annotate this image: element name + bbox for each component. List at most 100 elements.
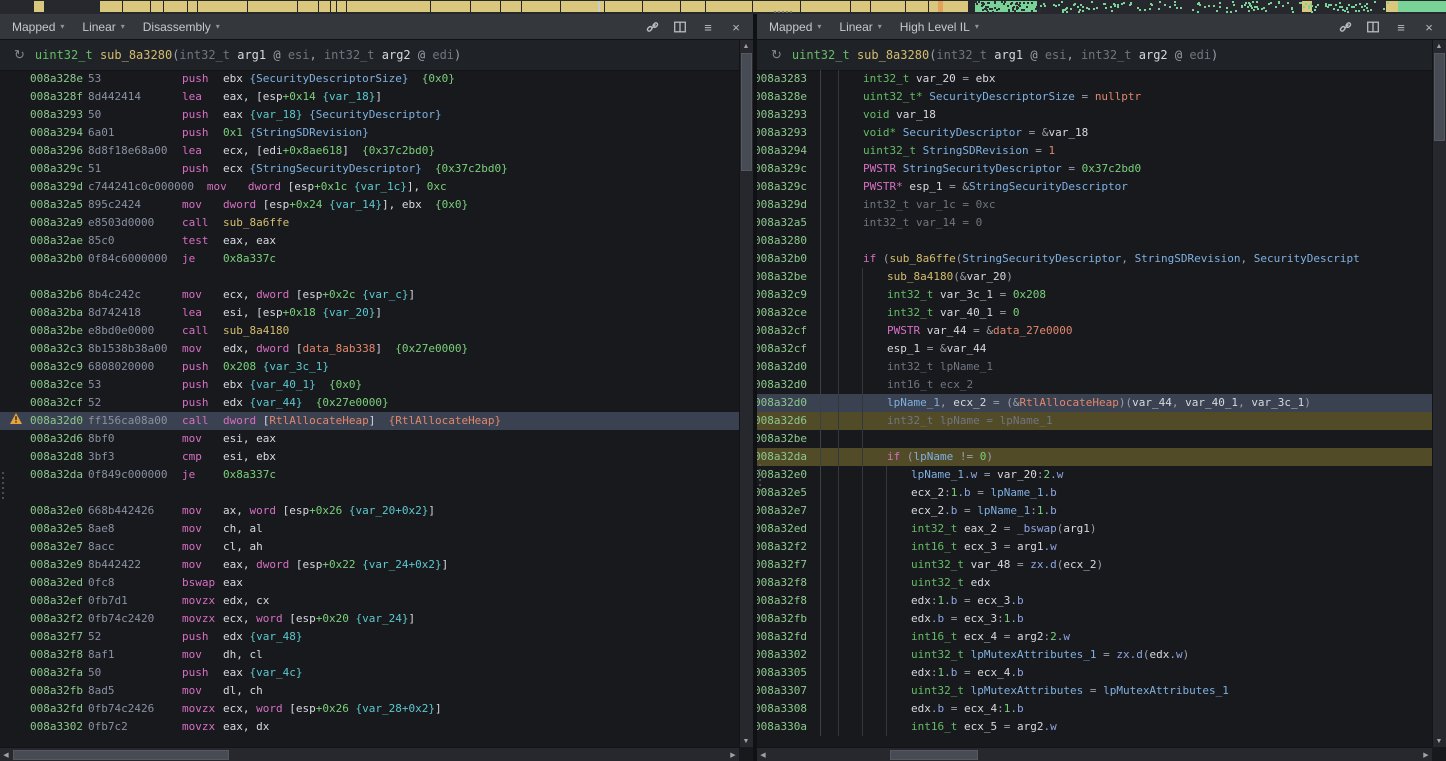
hlil-row[interactable]: 008a3308edx.b = ecx_4:1.b <box>757 700 1432 718</box>
hlil-row[interactable]: 008a3293void var_18 <box>757 106 1432 124</box>
hlil-row[interactable]: 008a328euint32_t* SecurityDescriptorSize… <box>757 88 1432 106</box>
hlil-row[interactable]: 008a3305edx:1.b = ecx_4.b <box>757 664 1432 682</box>
hlil-row[interactable]: 008a32e7ecx_2.b = lpName_1:1.b <box>757 502 1432 520</box>
hlil-row[interactable]: 008a32f8uint32_t edx <box>757 574 1432 592</box>
pane-resize-handle[interactable] <box>758 464 762 491</box>
asm-row[interactable]: 008a328e53pushebx {SecurityDescriptorSiz… <box>0 70 739 88</box>
asm-row[interactable]: 008a33020fb7c2movzxeax, dx <box>0 718 739 736</box>
menu-icon[interactable]: ≡ <box>1394 20 1408 34</box>
hlil-row[interactable]: 008a329cPWSTR* esp_1 = &StringSecurityDe… <box>757 178 1432 196</box>
asm-row[interactable]: 008a32a9e8503d0000callsub_8a6ffe <box>0 214 739 232</box>
hlil-row[interactable]: 008a32fdint16_t ecx_4 = arg2:2.w <box>757 628 1432 646</box>
scroll-left-button[interactable]: ◀ <box>0 749 12 761</box>
asm-row[interactable]: 008a32f20fb74c2420movzxecx, word [esp+0x… <box>0 610 739 628</box>
split-pane-icon[interactable] <box>1366 20 1380 34</box>
hlil-row[interactable]: 008a32be <box>757 430 1432 448</box>
representation-dropdown[interactable]: High Level IL▾ <box>900 20 979 34</box>
hlil-row[interactable]: 008a32b0if (sub_8a6ffe(StringSecurityDes… <box>757 250 1432 268</box>
layout-mode-dropdown[interactable]: Linear▾ <box>839 20 881 34</box>
asm-row[interactable]: 008a32e98b442422moveax, dword [esp+0x22 … <box>0 556 739 574</box>
hlil-row[interactable]: 008a329dint32_t var_1c = 0xc <box>757 196 1432 214</box>
asm-row[interactable] <box>0 268 739 286</box>
hlil-row[interactable]: 008a32f2int16_t ecx_3 = arg1.w <box>757 538 1432 556</box>
hlil-row[interactable]: 008a3307uint32_t lpMutexAttributes = lpM… <box>757 682 1432 700</box>
hlil-row[interactable]: 008a32edint32_t eax_2 = _bswap(arg1) <box>757 520 1432 538</box>
scroll-down-button[interactable]: ▼ <box>740 735 752 747</box>
asm-row[interactable]: 008a32e58ae8movch, al <box>0 520 739 538</box>
hlil-row[interactable]: 008a32daif (lpName != 0) <box>757 448 1432 466</box>
scrollbar-thumb[interactable] <box>741 53 752 171</box>
asm-row[interactable]: 008a32ae85c0testeax, eax <box>0 232 739 250</box>
hlil-row[interactable]: 008a32a5int32_t var_14 = 0 <box>757 214 1432 232</box>
hlil-row[interactable]: 008a32d0int16_t ecx_2 <box>757 376 1432 394</box>
hlil-row[interactable]: 008a32f8edx:1.b = ecx_3.b <box>757 592 1432 610</box>
asm-row[interactable]: 008a32d83bf3cmpesi, ebx <box>0 448 739 466</box>
asm-row[interactable]: 008a32cf52pushedx {var_44} {0x27e0000} <box>0 394 739 412</box>
hlil-row[interactable]: 008a3293void* SecurityDescriptor = &var_… <box>757 124 1432 142</box>
hlil-row[interactable]: 008a3294uint32_t StringSDRevision = 1 <box>757 142 1432 160</box>
sync-link-icon[interactable] <box>645 20 659 34</box>
hlil-row[interactable]: 008a32ceint32_t var_40_1 = 0 <box>757 304 1432 322</box>
hlil-row[interactable]: 008a32cfPWSTR var_44 = &data_27e0000 <box>757 322 1432 340</box>
asm-row[interactable]: 008a32ef0fb7d1movzxedx, cx <box>0 592 739 610</box>
representation-dropdown[interactable]: Disassembly▾ <box>143 20 220 34</box>
scroll-up-button[interactable]: ▲ <box>740 40 752 52</box>
function-signature[interactable]: uint32_t sub_8a3280(int32_t arg1 @ esi, … <box>792 48 1218 62</box>
feature-map[interactable] <box>0 0 1446 14</box>
hlil-row[interactable]: 008a32c9int32_t var_3c_1 = 0x208 <box>757 286 1432 304</box>
asm-row[interactable]: 008a32a5895c2424movdword [esp+0x24 {var_… <box>0 196 739 214</box>
view-mode-dropdown[interactable]: Mapped▾ <box>12 20 64 34</box>
asm-row[interactable]: 008a32bee8bd0e0000callsub_8a4180 <box>0 322 739 340</box>
scroll-right-button[interactable]: ▶ <box>1420 749 1432 761</box>
menu-icon[interactable]: ≡ <box>701 20 715 34</box>
asm-row[interactable]: 008a32f88af1movdh, cl <box>0 646 739 664</box>
hlil-row[interactable]: 008a32e5ecx_2:1.b = lpName_1.b <box>757 484 1432 502</box>
horizontal-scrollbar[interactable]: ◀ ▶ <box>0 747 739 761</box>
asm-row[interactable]: 008a32c96808020000push0x208 {var_3c_1} <box>0 358 739 376</box>
hlil-row[interactable]: 008a32d0int32_t lpName_1 <box>757 358 1432 376</box>
close-icon[interactable]: × <box>729 20 743 34</box>
split-pane-icon[interactable] <box>673 20 687 34</box>
asm-row[interactable]: 008a32da0f849c000000je0x8a337c <box>0 466 739 484</box>
asm-row[interactable]: 008a32fa50pusheax {var_4c} <box>0 664 739 682</box>
reanalyze-icon[interactable]: ↻ <box>14 47 25 63</box>
function-signature[interactable]: uint32_t sub_8a3280(int32_t arg1 @ esi, … <box>35 48 461 62</box>
close-icon[interactable]: × <box>1422 20 1436 34</box>
asm-row[interactable]: 008a32f752pushedx {var_48} <box>0 628 739 646</box>
hlil-row[interactable]: 008a32f7uint32_t var_48 = zx.d(ecx_2) <box>757 556 1432 574</box>
view-mode-dropdown[interactable]: Mapped▾ <box>769 20 821 34</box>
scroll-left-button[interactable]: ◀ <box>757 749 769 761</box>
hlil-row[interactable]: 008a3280 <box>757 232 1432 250</box>
vertical-scrollbar[interactable]: ▲ ▼ <box>739 40 753 747</box>
layout-mode-dropdown[interactable]: Linear▾ <box>82 20 124 34</box>
asm-row[interactable]: 008a32b00f84c6000000je0x8a337c <box>0 250 739 268</box>
hlil-row[interactable]: 008a32d6int32_t lpName = lpName_1 <box>757 412 1432 430</box>
asm-row[interactable]: 008a32d0ff156ca08a00calldword [RtlAlloca… <box>0 412 739 430</box>
asm-row[interactable]: 008a32946a01push0x1 {StringSDRevision} <box>0 124 739 142</box>
hlil-row[interactable]: 008a32cfesp_1 = &var_44 <box>757 340 1432 358</box>
hlil-row[interactable]: 008a32besub_8a4180(&var_20) <box>757 268 1432 286</box>
asm-row[interactable]: 008a32fd0fb74c2426movzxecx, word [esp+0x… <box>0 700 739 718</box>
asm-row[interactable]: 008a329dc744241c0c000000movdword [esp+0x… <box>0 178 739 196</box>
asm-row[interactable] <box>0 484 739 502</box>
scroll-right-button[interactable]: ▶ <box>727 749 739 761</box>
asm-row[interactable]: 008a32e78accmovcl, ah <box>0 538 739 556</box>
asm-row[interactable]: 008a329c51pushecx {StringSecurityDescrip… <box>0 160 739 178</box>
asm-row[interactable]: 008a32b68b4c242cmovecx, dword [esp+0x2c … <box>0 286 739 304</box>
asm-row[interactable]: 008a32e0668b442426movax, word [esp+0x26 … <box>0 502 739 520</box>
scrollbar-thumb[interactable] <box>13 750 229 760</box>
scroll-down-button[interactable]: ▼ <box>1433 735 1445 747</box>
vertical-scrollbar[interactable]: ▲ ▼ <box>1432 40 1446 747</box>
hlil-row[interactable]: 008a3302uint32_t lpMutexAttributes_1 = z… <box>757 646 1432 664</box>
asm-row[interactable]: 008a329350pusheax {var_18} {SecurityDesc… <box>0 106 739 124</box>
splitter-handle[interactable] <box>774 11 792 13</box>
reanalyze-icon[interactable]: ↻ <box>771 47 782 63</box>
asm-row[interactable]: 008a32fb8ad5movdl, ch <box>0 682 739 700</box>
scrollbar-thumb[interactable] <box>890 750 978 760</box>
hlil-row[interactable]: 008a3283int32_t var_20 = ebx <box>757 70 1432 88</box>
sync-link-icon[interactable] <box>1338 20 1352 34</box>
asm-row[interactable]: 008a32c38b1538b38a00movedx, dword [data_… <box>0 340 739 358</box>
asm-row[interactable]: 008a32ed0fc8bswapeax <box>0 574 739 592</box>
asm-row[interactable]: 008a32ba8d742418leaesi, [esp+0x18 {var_2… <box>0 304 739 322</box>
asm-row[interactable]: 008a328f8d442414leaeax, [esp+0x14 {var_1… <box>0 88 739 106</box>
